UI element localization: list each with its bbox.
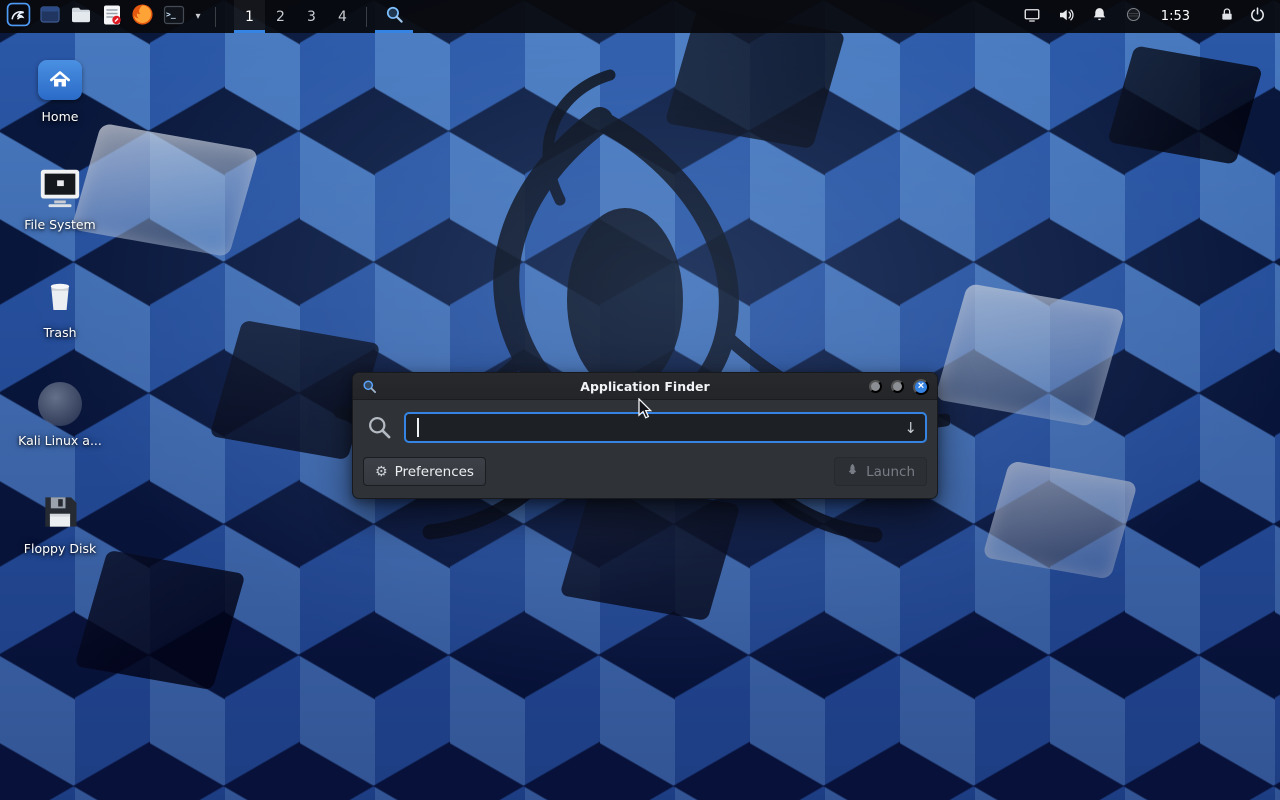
terminal-prompt-glyph: >_: [166, 10, 176, 19]
panel-separator: [215, 7, 216, 27]
lock-icon: [1219, 7, 1235, 27]
finder-actions: ⚙ Preferences Launch: [353, 450, 937, 498]
minimize-button[interactable]: [869, 380, 882, 393]
workspace-4[interactable]: 4: [327, 0, 358, 33]
folder-icon: [70, 4, 92, 30]
firefox-icon: [131, 3, 154, 30]
file-system-icon: [36, 164, 84, 212]
finder-body: ↓: [353, 400, 937, 450]
logout-button[interactable]: [1242, 0, 1272, 33]
lock-screen-button[interactable]: [1212, 0, 1242, 33]
volume-icon: [1057, 6, 1075, 28]
desktop-icon-label: Floppy Disk: [24, 542, 96, 556]
terminal-launcher[interactable]: >_: [160, 2, 187, 32]
preferences-label: Preferences: [395, 464, 474, 480]
launch-button[interactable]: Launch: [834, 457, 927, 486]
display-icon: [1023, 6, 1041, 28]
desktop: >_ ▾ 1 2 3 4: [0, 0, 1280, 800]
application-finder-window: Application Finder × ↓ ⚙ Preferences: [352, 372, 938, 499]
dropdown-arrow-icon[interactable]: ↓: [904, 419, 917, 437]
desktop-icon-kali-docs[interactable]: Kali Linux a...: [12, 370, 108, 470]
desktop-icon-home[interactable]: Home: [12, 46, 108, 146]
text-caret: [417, 418, 419, 437]
desktop-icon-label: Kali Linux a...: [18, 434, 102, 448]
chevron-down-icon: ▾: [192, 11, 204, 22]
text-editor-icon: [102, 4, 122, 30]
clock[interactable]: 1:53: [1151, 9, 1200, 24]
kali-menu-button[interactable]: [5, 2, 32, 32]
bell-icon: [1091, 6, 1108, 27]
maximize-button[interactable]: [891, 380, 904, 393]
wallpaper-cube: [1107, 45, 1263, 164]
application-finder-window-icon: [362, 379, 377, 394]
trash-icon: [36, 272, 84, 320]
launch-rocket-icon: [846, 463, 859, 480]
titlebar[interactable]: Application Finder ×: [353, 373, 937, 400]
firefox-launcher[interactable]: [129, 2, 156, 32]
workspace-3[interactable]: 3: [296, 0, 327, 33]
gear-icon: ⚙: [375, 464, 388, 480]
window-controls: ×: [869, 373, 929, 400]
panel-separator: [366, 7, 367, 27]
display-settings-tray[interactable]: [1015, 0, 1049, 33]
file-manager-launcher[interactable]: [67, 2, 94, 32]
launch-label: Launch: [866, 464, 915, 480]
workspace-switcher: 1 2 3 4: [234, 0, 358, 33]
close-button[interactable]: ×: [913, 379, 929, 395]
notifications-tray[interactable]: [1083, 0, 1117, 33]
desktop-icon-list: Home File System Trash Kali Linux a... F…: [12, 46, 108, 578]
desktop-window-launcher[interactable]: [36, 2, 63, 32]
search-input[interactable]: [406, 414, 925, 441]
desktop-icon-file-system[interactable]: File System: [12, 154, 108, 254]
home-icon: [36, 56, 84, 104]
workspace-1[interactable]: 1: [234, 0, 265, 33]
preferences-button[interactable]: ⚙ Preferences: [363, 457, 486, 486]
workspace-2[interactable]: 2: [265, 0, 296, 33]
network-icon: [1125, 6, 1142, 27]
desktop-window-icon: [39, 4, 61, 30]
window-title: Application Finder: [353, 379, 937, 394]
application-finder-icon: [385, 5, 404, 28]
wallpaper-cube: [935, 283, 1126, 427]
wallpaper-cube: [560, 479, 741, 621]
text-editor-launcher[interactable]: [98, 2, 125, 32]
close-icon: ×: [918, 381, 924, 392]
top-panel: >_ ▾ 1 2 3 4: [0, 0, 1280, 33]
search-icon: [366, 414, 393, 441]
terminal-profile-dropdown[interactable]: ▾: [191, 2, 205, 32]
desktop-icon-floppy-disk[interactable]: Floppy Disk: [12, 478, 108, 578]
desktop-icon-label: Trash: [43, 326, 76, 340]
kali-menu-icon: [6, 2, 31, 31]
power-icon: [1249, 6, 1266, 27]
system-tray: 1:53: [1015, 0, 1280, 33]
desktop-icon-label: Home: [42, 110, 79, 124]
wallpaper-cube: [982, 460, 1138, 579]
taskbar-application-finder[interactable]: [375, 0, 413, 33]
desktop-icon-trash[interactable]: Trash: [12, 262, 108, 362]
search-entry: ↓: [404, 412, 927, 443]
desktop-icon-label: File System: [24, 218, 96, 232]
floppy-disk-icon: [36, 488, 84, 536]
network-tray[interactable]: [1117, 0, 1151, 33]
kali-faded-icon: [36, 380, 84, 428]
volume-tray[interactable]: [1049, 0, 1083, 33]
